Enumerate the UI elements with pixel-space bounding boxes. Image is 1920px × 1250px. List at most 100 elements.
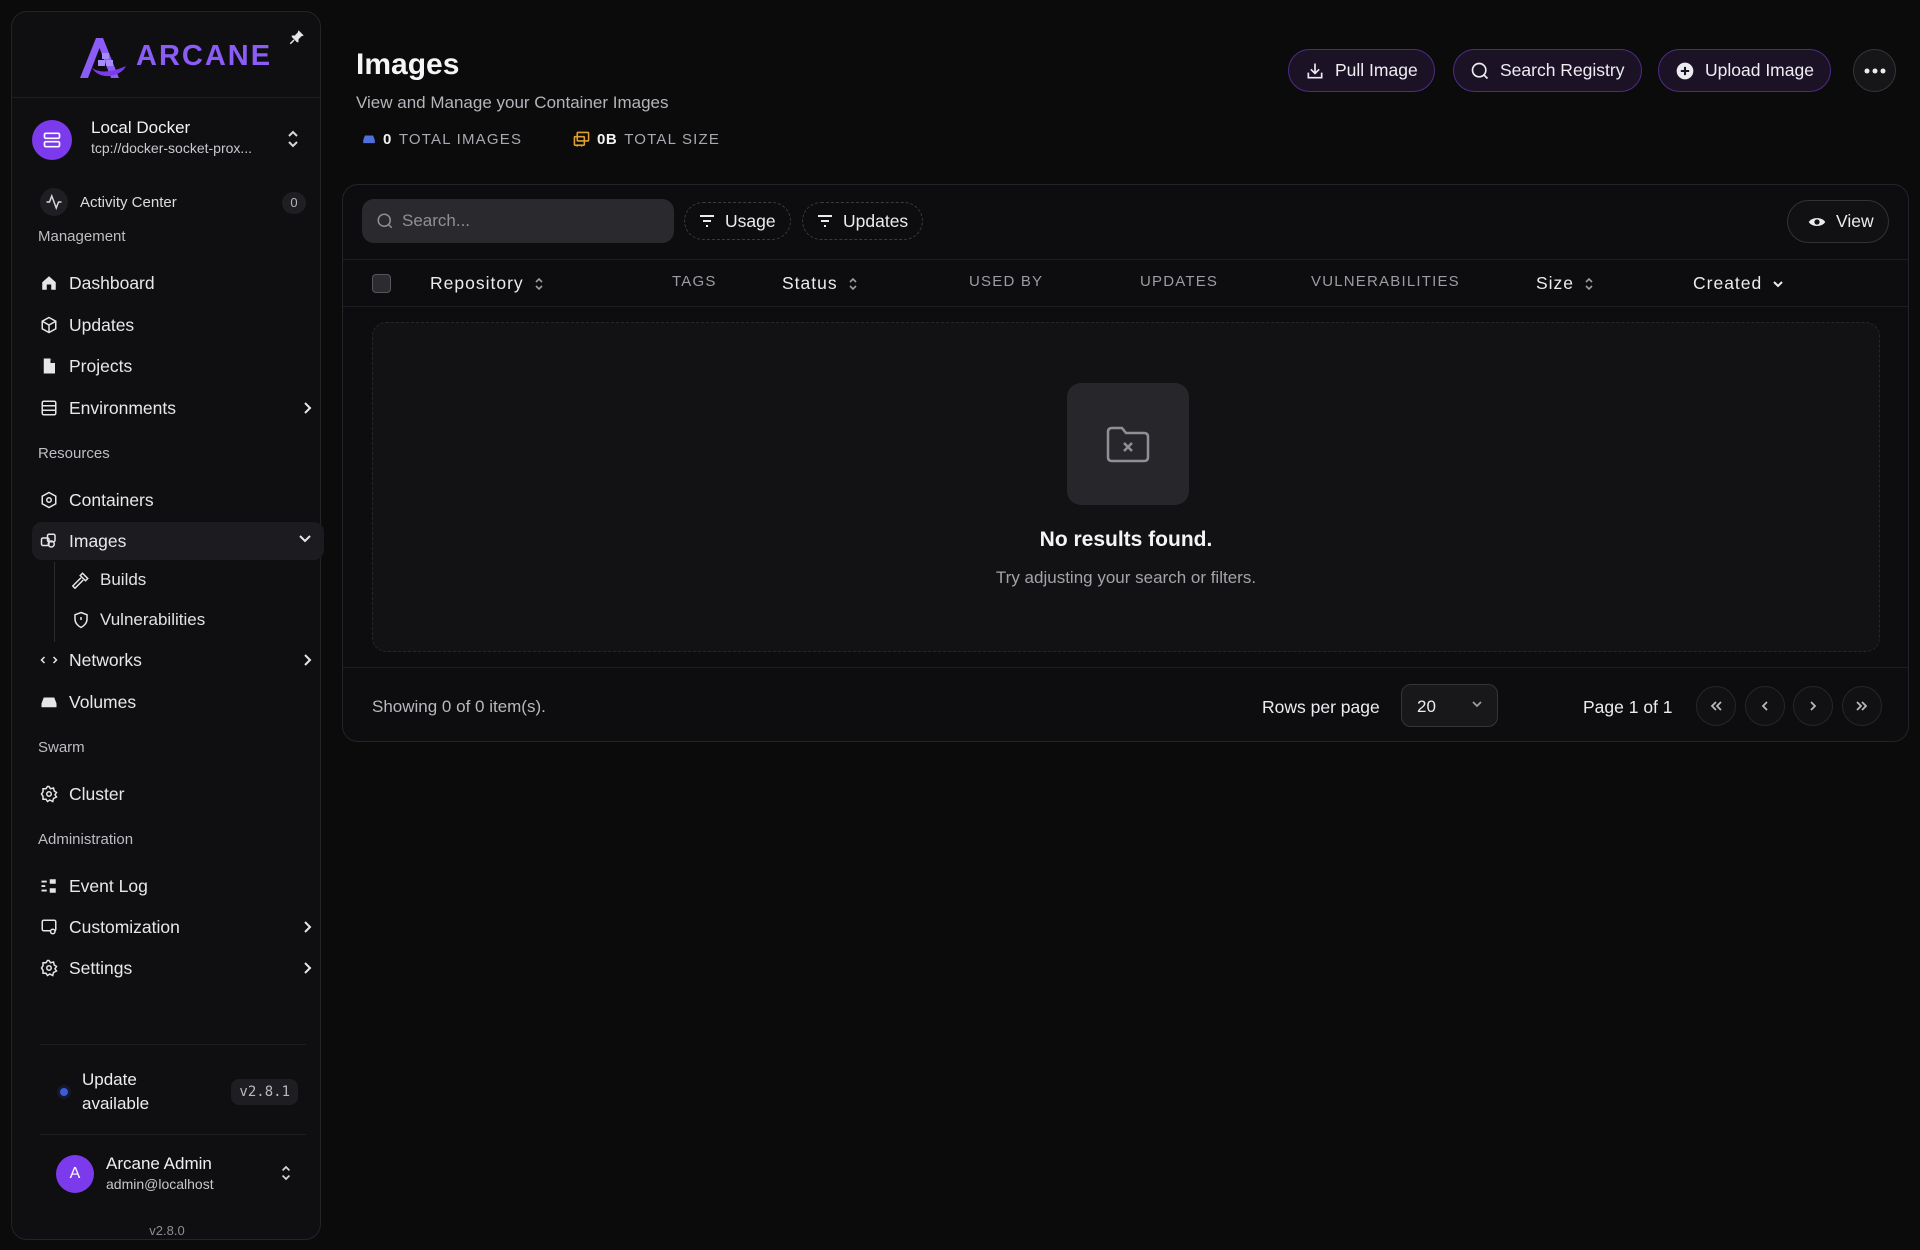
column-size[interactable]: Size xyxy=(1536,273,1594,294)
hammer-icon xyxy=(72,572,89,589)
filter-usage-label: Usage xyxy=(725,210,776,231)
activity-center[interactable]: Activity Center 0 xyxy=(30,186,314,220)
list-icon xyxy=(41,879,56,893)
app-version: v2.8.0 xyxy=(149,1223,185,1238)
page-subtitle: View and Manage your Container Images xyxy=(356,93,669,112)
chevrons-up-down-icon xyxy=(288,130,298,148)
sidebar-item-environments[interactable]: Environments xyxy=(32,389,324,427)
column-label: UPDATES xyxy=(1140,273,1219,290)
update-available-notice[interactable]: Update available v2.8.1 xyxy=(42,1064,302,1120)
sidebar: ARCANE Local Docker tcp://docker-socket-… xyxy=(11,11,324,1240)
chevrons-up-down-icon xyxy=(281,1165,291,1181)
filter-updates-button[interactable]: Updates xyxy=(802,202,924,240)
column-label: Repository xyxy=(430,273,524,293)
server-stack-icon xyxy=(41,400,57,416)
brand-name: ARCANE xyxy=(136,40,273,72)
sidebar-item-updates[interactable]: Updates xyxy=(32,306,324,344)
filter-icon xyxy=(818,215,832,227)
environment-switcher[interactable]: Local Docker tcp://docker-socket-prox... xyxy=(24,108,310,170)
home-icon xyxy=(42,276,56,290)
last-page-button[interactable] xyxy=(1842,686,1882,726)
search-icon xyxy=(1471,62,1489,79)
pull-image-button[interactable]: Pull Image xyxy=(1288,49,1435,92)
sidebar-item-label: Environments xyxy=(69,398,176,418)
sidebar-divider xyxy=(40,1134,306,1135)
total-size-label: TOTAL SIZE xyxy=(624,130,721,148)
download-icon xyxy=(1307,63,1323,78)
sidebar-item-label: Images xyxy=(69,531,127,551)
update-status-dot xyxy=(60,1088,68,1096)
chevron-left-icon xyxy=(1761,701,1768,711)
next-page-button[interactable] xyxy=(1793,686,1833,726)
rows-per-page-value: 20 xyxy=(1417,697,1436,716)
sidebar-item-settings[interactable]: Settings xyxy=(32,949,324,987)
update-version-badge: v2.8.1 xyxy=(231,1079,298,1105)
sidebar-item-cluster[interactable]: Cluster xyxy=(32,775,324,813)
rows-per-page-select[interactable]: 20 xyxy=(1401,684,1498,727)
previous-page-button[interactable] xyxy=(1745,686,1785,726)
sort-icon xyxy=(1585,277,1593,290)
folder-x-icon xyxy=(1067,383,1189,505)
view-options-button[interactable]: View xyxy=(1787,200,1889,243)
section-administration: Administration xyxy=(38,831,134,848)
total-size-value: 0B xyxy=(597,130,618,148)
search-input-wrapper[interactable] xyxy=(362,199,674,243)
first-page-button[interactable] xyxy=(1696,686,1736,726)
sidebar-item-networks[interactable]: Networks xyxy=(32,641,324,679)
sidebar-item-volumes[interactable]: Volumes xyxy=(32,683,324,721)
storage-icon xyxy=(573,131,590,147)
sidebar-item-event-log[interactable]: Event Log xyxy=(32,867,324,905)
chevron-down-icon xyxy=(1472,701,1482,708)
column-status[interactable]: Status xyxy=(782,273,858,294)
hard-drive-icon xyxy=(41,697,57,708)
search-registry-button[interactable]: Search Registry xyxy=(1453,49,1642,92)
column-label: Created xyxy=(1693,273,1763,293)
submenu-guide-line xyxy=(54,562,55,642)
column-repository[interactable]: Repository xyxy=(430,273,544,294)
column-vulnerabilities: VULNERABILITIES xyxy=(1311,273,1460,290)
palette-icon xyxy=(41,919,57,935)
filter-usage-button[interactable]: Usage xyxy=(684,202,791,240)
more-actions-button[interactable] xyxy=(1853,49,1896,92)
column-label: TAGS xyxy=(672,273,717,290)
user-menu[interactable]: A Arcane Admin admin@localhost xyxy=(42,1146,306,1202)
activity-count-badge: 0 xyxy=(282,192,306,214)
update-text: Update available xyxy=(82,1068,149,1116)
sidebar-item-images[interactable]: Images xyxy=(32,522,324,560)
sort-icon xyxy=(535,277,543,290)
sidebar-item-label: Customization xyxy=(69,917,180,937)
sidebar-item-label: Settings xyxy=(69,958,133,978)
chevrons-right-icon xyxy=(1856,701,1868,711)
sidebar-item-label: Dashboard xyxy=(69,273,155,293)
ellipsis-icon xyxy=(1864,68,1885,73)
update-line-1: Update xyxy=(82,1070,137,1089)
sidebar-item-vulnerabilities[interactable]: Vulnerabilities xyxy=(62,602,322,636)
pull-image-label: Pull Image xyxy=(1335,60,1418,80)
update-line-2: available xyxy=(82,1094,150,1113)
chevron-right-icon xyxy=(1810,701,1817,711)
column-created[interactable]: Created xyxy=(1693,273,1784,294)
sidebar-item-customization[interactable]: Customization xyxy=(32,908,324,946)
chevrons-left-icon xyxy=(1710,701,1722,711)
column-label: Size xyxy=(1536,273,1575,293)
pin-icon[interactable] xyxy=(288,28,306,46)
app-root: ARCANE Local Docker tcp://docker-socket-… xyxy=(0,0,1920,1250)
page-info: Page 1 of 1 xyxy=(1583,697,1673,717)
page-title: Images xyxy=(356,48,460,81)
sidebar-item-builds[interactable]: Builds xyxy=(62,562,322,596)
sidebar-item-label: Cluster xyxy=(69,784,125,804)
search-icon xyxy=(377,213,393,229)
sidebar-item-dashboard[interactable]: Dashboard xyxy=(32,264,324,302)
upload-image-button[interactable]: Upload Image xyxy=(1658,49,1831,92)
section-management: Management xyxy=(38,228,126,245)
column-tags: TAGS xyxy=(672,273,717,290)
sidebar-item-projects[interactable]: Projects xyxy=(32,347,324,385)
sidebar-item-containers[interactable]: Containers xyxy=(32,481,324,519)
sidebar-divider xyxy=(40,1044,306,1045)
container-icon xyxy=(41,491,57,509)
user-name: Arcane Admin xyxy=(106,1154,212,1173)
column-updates: UPDATES xyxy=(1140,273,1218,290)
stat-total-images: 0 TOTAL IMAGES xyxy=(362,127,522,151)
search-input[interactable] xyxy=(402,211,652,231)
select-all-checkbox[interactable] xyxy=(372,274,391,293)
